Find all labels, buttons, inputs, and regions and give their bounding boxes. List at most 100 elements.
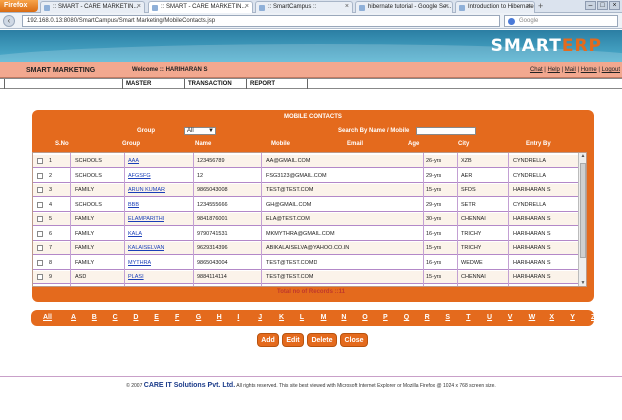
- contact-name-link[interactable]: BBB: [128, 202, 139, 208]
- contact-name-link[interactable]: MYTHRA: [128, 260, 151, 266]
- alpha-filter-l[interactable]: L: [300, 314, 304, 321]
- cell-age: 16-yrs: [426, 259, 442, 266]
- contact-name-link[interactable]: ELAMPARITHI: [128, 216, 164, 222]
- address-bar[interactable]: 192.168.0.13:8080/SmartCampus/Smart Mark…: [22, 15, 516, 27]
- alpha-filter-j[interactable]: J: [258, 314, 262, 321]
- cell-group: FAMILY: [75, 230, 95, 237]
- copyright-prefix: © 2007: [126, 383, 143, 389]
- search-input[interactable]: Google: [504, 15, 618, 27]
- alpha-filter-t[interactable]: T: [466, 314, 470, 321]
- add-button[interactable]: Add: [257, 333, 279, 347]
- alpha-filter-p[interactable]: P: [383, 314, 388, 321]
- chat-link[interactable]: Chat: [530, 67, 543, 73]
- alpha-filter-z[interactable]: Z: [591, 314, 595, 321]
- alpha-filter-n[interactable]: N: [341, 314, 346, 321]
- module-title: SMART MARKETING: [26, 67, 96, 74]
- company-name: CARE IT Solutions Pvt. Ltd.: [143, 382, 236, 389]
- nav-item-transaction[interactable]: TRANSACTION: [184, 79, 246, 89]
- alpha-filter-s[interactable]: S: [445, 314, 450, 321]
- alpha-filter-f[interactable]: F: [175, 314, 179, 321]
- row-checkbox[interactable]: [37, 187, 43, 193]
- minimize-icon[interactable]: –: [585, 1, 596, 10]
- nav-item-report[interactable]: REPORT: [246, 79, 308, 89]
- close-window-icon[interactable]: ×: [609, 1, 620, 10]
- row-checkbox[interactable]: [37, 274, 43, 280]
- row-checkbox[interactable]: [37, 158, 43, 164]
- back-icon[interactable]: ‹: [3, 15, 15, 27]
- contact-name-link[interactable]: PLASI: [128, 274, 144, 280]
- close-tab-icon[interactable]: ×: [445, 3, 449, 10]
- contact-name-link[interactable]: KALAISELVAN: [128, 245, 164, 251]
- row-checkbox[interactable]: [37, 172, 43, 179]
- alpha-filter-y[interactable]: Y: [570, 314, 575, 321]
- browser-tab[interactable]: :: SmartCampus :: ×: [255, 1, 353, 13]
- logout-link[interactable]: Logout: [602, 67, 620, 73]
- mail-link[interactable]: Mail: [565, 67, 576, 73]
- url-text: 192.168.0.13:8080/SmartCampus/Smart Mark…: [27, 18, 216, 24]
- help-link[interactable]: Help: [548, 67, 560, 73]
- column-divider: [261, 153, 262, 286]
- alpha-filter-r[interactable]: R: [425, 314, 430, 321]
- row-checkbox[interactable]: [37, 201, 43, 208]
- cell-entry-by: HARIHARAN S: [513, 230, 551, 237]
- alpha-filter-b[interactable]: B: [92, 314, 97, 321]
- alpha-filter-o[interactable]: O: [362, 314, 367, 321]
- maximize-icon[interactable]: □: [597, 1, 608, 10]
- close-tab-icon[interactable]: ×: [345, 3, 349, 10]
- alpha-filter-e[interactable]: E: [154, 314, 159, 321]
- delete-button[interactable]: Delete: [307, 333, 337, 347]
- table-scrollbar[interactable]: ▲ ▼: [578, 153, 586, 286]
- contact-name-link[interactable]: AAA: [128, 158, 139, 164]
- alpha-filter-h[interactable]: H: [217, 314, 222, 321]
- contact-name-link[interactable]: AFGSFG: [128, 173, 151, 179]
- new-tab-button[interactable]: +: [538, 2, 543, 11]
- cell-email: AA@GMAIL.COM: [266, 158, 311, 164]
- row-checkbox[interactable]: [37, 259, 43, 266]
- alpha-filter-i[interactable]: I: [237, 314, 239, 321]
- cell-group: FAMILY: [75, 245, 95, 251]
- close-tab-icon[interactable]: ×: [245, 3, 249, 10]
- alpha-filter-k[interactable]: K: [279, 314, 284, 321]
- home-link[interactable]: Home: [581, 67, 597, 73]
- browser-tab[interactable]: :: SMART - CARE MARKETIN... ×: [148, 1, 253, 13]
- alpha-filter-x[interactable]: X: [549, 314, 554, 321]
- row-checkbox[interactable]: [37, 245, 43, 251]
- row-checkbox[interactable]: [37, 216, 43, 222]
- table-row: 4 SCHOOLS BBB 1234555666 GH@GMAIL.COM 29-yrs S…: [33, 199, 579, 212]
- tab-label: :: SmartCampus ::: [268, 4, 317, 10]
- alpha-filter-v[interactable]: V: [508, 314, 513, 321]
- group-select[interactable]: All ▼: [184, 127, 216, 135]
- tab-label: hibernate tutorial - Google Se...: [368, 4, 452, 10]
- close-tab-icon[interactable]: ×: [137, 3, 141, 10]
- alpha-filter-d[interactable]: D: [133, 314, 138, 321]
- cell-entry-by: HARIHARAN S: [513, 259, 551, 266]
- row-checkbox[interactable]: [37, 230, 43, 237]
- browser-tab[interactable]: Introduction to Hibernate 3.0×: [455, 1, 535, 13]
- edit-button[interactable]: Edit: [282, 333, 304, 347]
- contact-name-link[interactable]: ARUN KUMAR: [128, 187, 165, 193]
- contact-name-link[interactable]: KALA: [128, 231, 142, 237]
- alpha-filter-q[interactable]: Q: [404, 314, 409, 321]
- close-tab-icon[interactable]: ×: [527, 3, 531, 10]
- alpha-filter-g[interactable]: G: [196, 314, 201, 321]
- alpha-filter-u[interactable]: U: [487, 314, 492, 321]
- firefox-menu-button[interactable]: Firefox: [0, 0, 38, 12]
- cell-email: ELA@TEST.COM: [266, 216, 310, 222]
- close-button[interactable]: Close: [340, 333, 368, 347]
- name-mobile-search-input[interactable]: [416, 127, 476, 135]
- scrollbar-thumb[interactable]: [580, 163, 586, 258]
- alpha-filter-m[interactable]: M: [321, 314, 327, 321]
- alpha-filter-c[interactable]: C: [113, 314, 118, 321]
- browser-tab[interactable]: hibernate tutorial - Google Se... ×: [355, 1, 453, 13]
- alpha-filter-w[interactable]: W: [529, 314, 536, 321]
- cell-sno: 4: [49, 201, 53, 208]
- scroll-down-icon[interactable]: ▼: [579, 280, 586, 286]
- tab-label: :: SMART - CARE MARKETIN...: [53, 4, 139, 10]
- nav-item-master[interactable]: MASTER: [122, 79, 184, 89]
- scroll-up-icon[interactable]: ▲: [579, 153, 586, 161]
- column-divider: [457, 153, 458, 286]
- search-label: Search By Name / Mobile: [338, 128, 410, 134]
- alpha-filter-a[interactable]: A: [71, 314, 76, 321]
- browser-tab[interactable]: :: SMART - CARE MARKETIN... ×: [40, 1, 145, 13]
- alpha-filter-all[interactable]: All: [43, 314, 52, 321]
